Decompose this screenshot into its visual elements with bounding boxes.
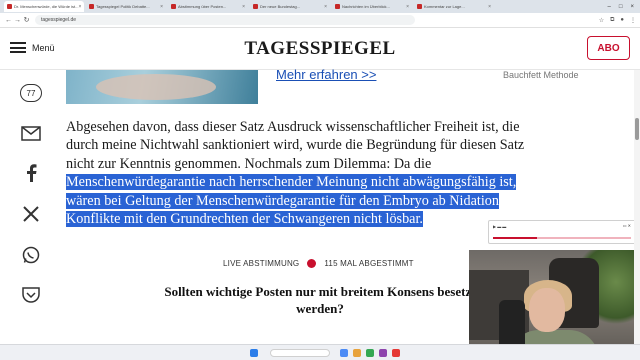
minimize-icon[interactable]: – bbox=[608, 4, 611, 10]
site-logo[interactable]: TAGESSPIEGEL bbox=[0, 38, 640, 60]
mini-player-progress[interactable] bbox=[493, 237, 631, 239]
poll-meta: LIVE ABSTIMMUNG 115 MAL ABGESTIMMT bbox=[223, 259, 414, 268]
app-icon[interactable] bbox=[366, 349, 374, 357]
close-tab-icon[interactable]: × bbox=[78, 4, 81, 10]
share-x-button[interactable] bbox=[18, 203, 44, 225]
start-icon[interactable] bbox=[250, 349, 258, 357]
taskbar-search[interactable] bbox=[270, 349, 330, 357]
site-header: Menü TAGESSPIEGEL ABO bbox=[0, 28, 640, 70]
selected-text[interactable]: wären bei Geltung der Menschenwürdegaran… bbox=[66, 192, 499, 209]
x-icon bbox=[23, 206, 39, 222]
close-tab-icon[interactable]: × bbox=[324, 4, 327, 10]
selected-text[interactable]: Menschenwürdegarantie nach herrschender … bbox=[66, 174, 517, 191]
mini-player-progress-fill bbox=[493, 237, 538, 239]
comment-count: 77 bbox=[26, 88, 36, 98]
tab-label: Dr. Menschenwürde, die Würde ist... bbox=[14, 4, 79, 9]
browser-toolbar: ☆ ⧉ ● ⋮ bbox=[599, 17, 636, 24]
tagesspiegel-favicon-icon bbox=[335, 4, 340, 9]
record-app-icon[interactable] bbox=[392, 349, 400, 357]
close-window-icon[interactable]: × bbox=[630, 4, 634, 10]
article-line: Abgesehen davon, dass dieser Satz Ausdru… bbox=[66, 119, 520, 135]
poll-vote-count: 115 MAL ABGESTIMMT bbox=[324, 259, 414, 268]
article-line: nicht zur Kenntnis genommen. Nochmals zu… bbox=[66, 155, 432, 172]
bookmark-star-icon[interactable]: ☆ bbox=[599, 17, 604, 24]
url-field[interactable]: tagesspiegel.de bbox=[35, 15, 415, 25]
app-icon[interactable] bbox=[379, 349, 387, 357]
scroll-thumb[interactable] bbox=[635, 118, 639, 140]
close-tab-icon[interactable]: × bbox=[488, 4, 491, 10]
ad-sponsor-label: Bauchfett Methode bbox=[503, 70, 579, 80]
live-dot-icon bbox=[307, 259, 317, 268]
mini-player-controls-icon[interactable]: ▭ ✕ bbox=[623, 223, 631, 228]
browser-tab[interactable]: Kommentar zur Lage... × bbox=[414, 1, 494, 12]
tagesspiegel-favicon-icon bbox=[253, 4, 258, 9]
maximize-icon[interactable]: □ bbox=[619, 4, 623, 10]
close-tab-icon[interactable]: × bbox=[160, 4, 163, 10]
profile-icon[interactable]: ● bbox=[620, 17, 624, 24]
tagesspiegel-favicon-icon bbox=[417, 4, 422, 9]
tab-label: Nachrichten im Überblick... bbox=[342, 4, 390, 9]
window-controls: – □ × bbox=[608, 4, 640, 10]
forward-icon[interactable]: → bbox=[13, 17, 22, 24]
share-whatsapp-button[interactable] bbox=[18, 244, 44, 266]
tagesspiegel-favicon-icon bbox=[171, 4, 176, 9]
browser-tab[interactable]: Nachrichten im Überblick... × bbox=[332, 1, 412, 12]
browser-tab[interactable]: Dr. Menschenwürde, die Würde ist... × bbox=[4, 1, 84, 12]
reload-icon[interactable]: ↻ bbox=[22, 16, 31, 24]
selected-text[interactable]: Konflikte mit den Grundrechten der Schwa… bbox=[66, 210, 423, 227]
close-tab-icon[interactable]: × bbox=[406, 4, 409, 10]
whatsapp-icon bbox=[22, 246, 40, 264]
browser-tab-strip: Dr. Menschenwürde, die Würde ist... × Tag… bbox=[0, 0, 640, 13]
close-tab-icon[interactable]: × bbox=[242, 4, 245, 10]
article-body: Abgesehen davon, dass dieser Satz Ausdru… bbox=[66, 118, 556, 228]
browser-tab[interactable]: Der neue Bundestag... × bbox=[250, 1, 330, 12]
pocket-icon bbox=[22, 287, 40, 303]
abo-button[interactable]: ABO bbox=[587, 36, 630, 60]
ad-more-link[interactable]: Mehr erfahren >> bbox=[276, 67, 376, 82]
tab-label: Kommentar zur Lage... bbox=[424, 4, 465, 9]
comment-icon: 77 bbox=[20, 84, 42, 102]
mini-player-play-icon[interactable]: ▶ ▬ ▬ bbox=[493, 224, 506, 229]
share-email-button[interactable] bbox=[18, 122, 44, 144]
ad-image[interactable] bbox=[66, 70, 258, 104]
facebook-icon bbox=[27, 164, 37, 182]
extensions-icon[interactable]: ⧉ bbox=[610, 17, 614, 24]
browser-tab[interactable]: Tagesspiegel Politik Debatte... × bbox=[86, 1, 166, 12]
poll-live-label: LIVE ABSTIMMUNG bbox=[223, 259, 300, 268]
mini-player-widget[interactable]: ▶ ▬ ▬ ▭ ✕ bbox=[488, 220, 636, 244]
browser-app-icon[interactable] bbox=[340, 349, 348, 357]
tab-label: Der neue Bundestag... bbox=[260, 4, 301, 9]
page-scrollbar[interactable] bbox=[634, 70, 640, 344]
back-icon[interactable]: ← bbox=[4, 17, 13, 24]
share-pocket-button[interactable] bbox=[18, 284, 44, 306]
address-bar: ← → ↻ tagesspiegel.de ☆ ⧉ ● ⋮ bbox=[0, 13, 640, 28]
url-text: tagesspiegel.de bbox=[41, 17, 77, 23]
files-app-icon[interactable] bbox=[353, 349, 361, 357]
comments-button[interactable]: 77 bbox=[18, 82, 44, 104]
tagesspiegel-favicon-icon bbox=[89, 4, 94, 9]
tagesspiegel-favicon-icon bbox=[7, 4, 12, 9]
mail-icon bbox=[21, 125, 41, 141]
article-line: durch meine Nichtwahl sanktioniert wird,… bbox=[66, 137, 525, 154]
tab-label: Tagesspiegel Politik Debatte... bbox=[96, 4, 150, 9]
poll-question: Sollten wichtige Posten nur mit breitem … bbox=[164, 284, 476, 316]
browser-tab[interactable]: Abstimmung über Posten... × bbox=[168, 1, 248, 12]
more-menu-icon[interactable]: ⋮ bbox=[630, 17, 636, 24]
tab-label: Abstimmung über Posten... bbox=[178, 4, 227, 9]
os-taskbar bbox=[0, 344, 640, 360]
share-facebook-button[interactable] bbox=[18, 162, 44, 184]
